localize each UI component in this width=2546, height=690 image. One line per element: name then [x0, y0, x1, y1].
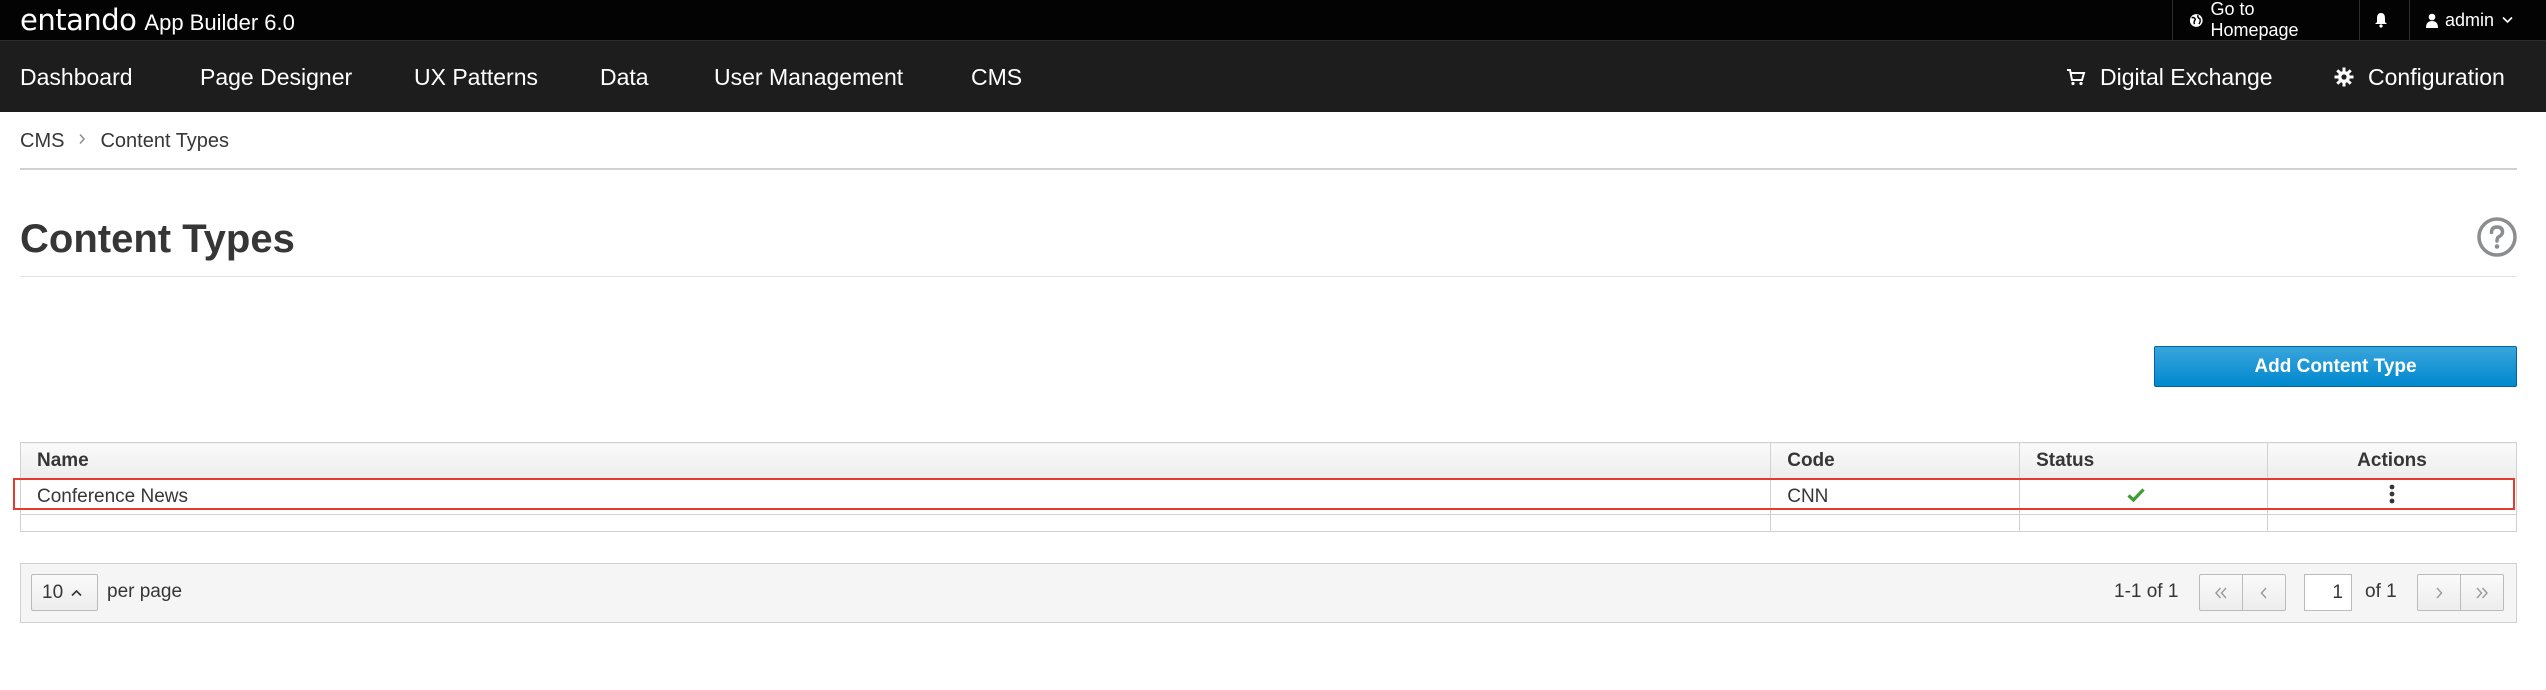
table-row: Conference News CNN	[19, 478, 2517, 515]
previous-page-button[interactable]	[2242, 574, 2286, 611]
entando-logo: entando	[20, 3, 137, 37]
configuration-label: Configuration	[2368, 63, 2505, 90]
column-header-actions: Actions	[2267, 442, 2517, 479]
cell-code: CNN	[1770, 478, 2021, 515]
question-circle-icon[interactable]	[2476, 216, 2518, 258]
double-chevron-left-icon	[2214, 586, 2227, 599]
cell-actions	[2267, 478, 2517, 515]
content-types-table: Name Code Status Actions Conference News…	[19, 442, 2517, 532]
per-page-label: per page	[107, 581, 183, 602]
globe-icon	[2189, 13, 2203, 27]
breadcrumb: CMS Content Types	[20, 128, 229, 154]
breadcrumb-item-content-types: Content Types	[100, 129, 230, 152]
app-name: App Builder 6.0	[144, 10, 295, 35]
per-page-value: 10	[42, 581, 64, 603]
page-count: of 1	[2365, 581, 2397, 602]
breadcrumb-separator-icon	[78, 132, 86, 150]
cell-name: Conference News	[19, 478, 1772, 515]
first-page-button[interactable]	[2199, 574, 2243, 611]
chevron-left-icon	[2260, 586, 2267, 599]
nav-item-data[interactable]: Data	[600, 41, 649, 113]
column-header-name[interactable]: Name	[19, 442, 1772, 479]
main-navbar: Dashboard Page Designer UX Patterns Data…	[0, 40, 2546, 112]
nav-item-ux-patterns[interactable]: UX Patterns	[414, 41, 538, 113]
user-icon	[2426, 13, 2438, 28]
column-header-code[interactable]: Code	[1770, 442, 2021, 479]
add-content-type-button[interactable]: Add Content Type	[2154, 346, 2517, 387]
page-title: Content Types	[20, 217, 295, 261]
top-bar: entando App Builder 6.0 Go to Homepage a…	[0, 0, 2546, 40]
nav-item-dashboard[interactable]: Dashboard	[20, 41, 133, 113]
pagination-range: 1-1 of 1	[2114, 581, 2179, 602]
table-row-empty	[19, 514, 2517, 532]
table-header-row: Name Code Status Actions	[19, 442, 2517, 479]
breadcrumb-divider	[20, 168, 2517, 170]
last-page-button[interactable]	[2460, 574, 2504, 611]
chevron-right-icon	[2436, 586, 2443, 599]
check-icon	[2127, 487, 2145, 502]
go-to-homepage-link[interactable]: Go to Homepage	[2172, 0, 2359, 40]
title-divider	[20, 276, 2517, 277]
next-page-button[interactable]	[2417, 574, 2461, 611]
column-header-status[interactable]: Status	[2019, 442, 2269, 479]
chevron-down-icon	[2502, 16, 2513, 24]
cell-status	[2019, 478, 2269, 515]
cart-icon	[2067, 69, 2086, 86]
bell-icon	[2375, 13, 2387, 28]
notifications-button[interactable]	[2359, 0, 2409, 40]
user-name: admin	[2445, 9, 2495, 30]
nav-item-user-management[interactable]: User Management	[714, 41, 903, 113]
nav-item-configuration[interactable]: Configuration	[2334, 41, 2505, 113]
per-page-select[interactable]: 10	[31, 574, 98, 611]
nav-item-digital-exchange[interactable]: Digital Exchange	[2066, 41, 2273, 113]
kebab-icon[interactable]	[2388, 483, 2396, 511]
gear-icon	[2334, 67, 2354, 87]
digital-exchange-label: Digital Exchange	[2100, 63, 2273, 90]
breadcrumb-item-cms[interactable]: CMS	[20, 130, 64, 153]
nav-item-cms[interactable]: CMS	[971, 41, 1022, 113]
pagination-bar: 10 per page 1-1 of 1 of 1	[20, 563, 2517, 623]
brand[interactable]: entando App Builder 6.0	[20, 4, 295, 36]
page-number-input[interactable]	[2304, 574, 2352, 611]
homepage-label: Go to Homepage	[2210, 0, 2299, 40]
double-chevron-right-icon	[2476, 586, 2489, 599]
nav-item-page-designer[interactable]: Page Designer	[200, 41, 352, 113]
user-menu[interactable]: admin	[2409, 0, 2546, 40]
chevron-up-icon	[71, 589, 82, 596]
